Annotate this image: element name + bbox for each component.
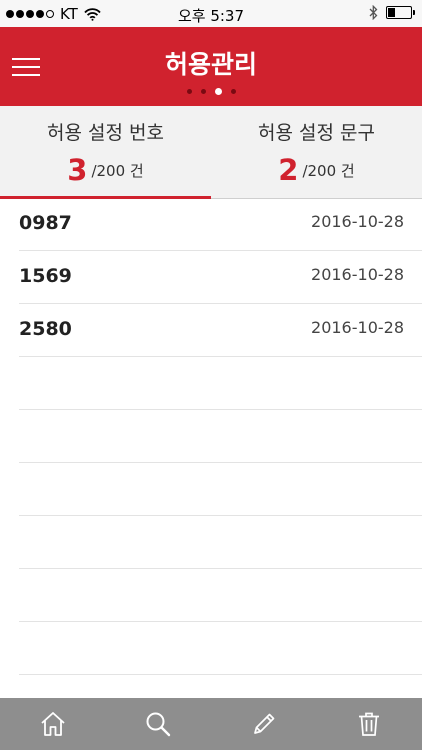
list-item[interactable]: 0987 2016-10-28 [19, 198, 422, 251]
home-button[interactable] [35, 706, 71, 742]
tab-count: 2/200 건 [211, 153, 422, 187]
phone-number: 0987 [19, 212, 72, 234]
bottom-toolbar [0, 698, 422, 750]
list-item[interactable]: 2580 2016-10-28 [19, 304, 422, 357]
search-icon [146, 712, 171, 737]
status-bar: KT 오후 5:37 [0, 0, 422, 27]
page-title: 허용관리 [164, 50, 257, 79]
tab-label: 허용 설정 번호 [47, 122, 164, 144]
phone-number: 2580 [19, 318, 72, 340]
count-number: 3 [67, 153, 88, 187]
tab-allowed-phrases[interactable]: 허용 설정 문구 2/200 건 [211, 106, 422, 198]
battery-icon [386, 6, 415, 19]
pencil-icon [253, 713, 275, 734]
page-indicator [0, 88, 422, 95]
empty-row [19, 463, 422, 516]
empty-row [19, 357, 422, 410]
count-unit: /200 건 [91, 161, 144, 180]
empty-row [19, 622, 422, 675]
date-added: 2016-10-28 [311, 265, 404, 284]
list-item[interactable]: 1569 2016-10-28 [19, 251, 422, 304]
status-time: 오후 5:37 [177, 7, 245, 25]
search-button[interactable] [140, 706, 176, 742]
page-dot [214, 88, 222, 95]
count-unit: /200 건 [302, 161, 355, 180]
tab-bar: 허용 설정 번호 3/200 건 허용 설정 문구 2/200 건 [0, 106, 422, 199]
count-number: 2 [278, 153, 299, 187]
empty-row [19, 569, 422, 622]
home-icon [41, 712, 65, 736]
allowed-list: 0987 2016-10-28 1569 2016-10-28 2580 201… [0, 198, 422, 675]
app-header: 허용관리 [0, 27, 422, 106]
page-dot [230, 89, 236, 94]
delete-button[interactable] [351, 706, 387, 742]
trash-icon [359, 712, 380, 736]
edit-button[interactable] [246, 706, 282, 742]
tab-count: 3/200 건 [0, 153, 211, 187]
empty-row [19, 410, 422, 463]
page-dot [186, 89, 192, 94]
page-dot [200, 89, 206, 94]
tab-allowed-numbers[interactable]: 허용 설정 번호 3/200 건 [0, 106, 211, 199]
empty-row [19, 516, 422, 569]
phone-number: 1569 [19, 265, 72, 287]
tab-label: 허용 설정 문구 [258, 122, 375, 144]
bluetooth-icon [369, 5, 378, 20]
date-added: 2016-10-28 [311, 318, 404, 337]
date-added: 2016-10-28 [311, 212, 404, 231]
